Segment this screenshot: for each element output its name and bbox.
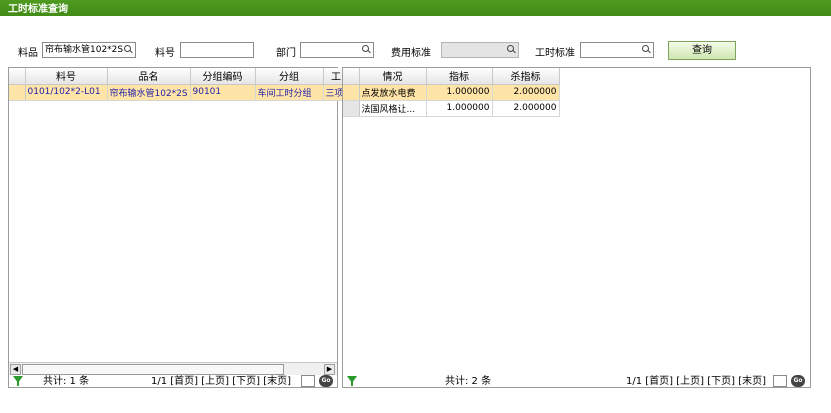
cost-std-search-icon[interactable]	[506, 44, 516, 54]
cell-situation[interactable]: 点发放水电费	[359, 84, 427, 101]
row-number-cell	[9, 84, 26, 101]
left-go-icon[interactable]: Go	[319, 375, 333, 387]
left-footer: 共计: 1 条 1/1 [首页] [上页] [下页] [末页] Go	[9, 374, 337, 389]
left-grid: 料号 品名 分组编码 分组 工 0101/102*2-L01 帘布输水管102*…	[8, 67, 350, 389]
right-total-count: 共计: 2 条	[445, 376, 492, 387]
right-grid: 情况 指标 杀指标 点发放水电费 1.000000 2.000000 法国风格让…	[342, 67, 811, 388]
cell-indicator[interactable]: 1.000000	[426, 100, 493, 117]
left-page-input[interactable]	[301, 375, 315, 387]
cell-item-no[interactable]: 0101/102*2-L01	[25, 84, 108, 101]
filter-icon[interactable]	[347, 376, 357, 386]
cell-kill-indicator[interactable]: 2.000000	[492, 84, 560, 101]
material-label: 料品	[18, 48, 38, 59]
material-search-icon[interactable]	[123, 44, 133, 54]
dept-label: 部门	[276, 48, 296, 59]
item-no-input[interactable]	[180, 42, 254, 58]
col-header-indicator[interactable]: 指标	[426, 68, 493, 85]
dept-search-icon[interactable]	[361, 44, 371, 54]
right-header-row: 情况 指标 杀指标	[343, 68, 560, 85]
filter-icon[interactable]	[13, 376, 23, 386]
cost-std-label: 费用标准	[391, 48, 431, 59]
right-table: 情况 指标 杀指标 点发放水电费 1.000000 2.000000 法国风格让…	[343, 68, 560, 117]
item-no-label: 料号	[155, 48, 175, 59]
row-number-cell	[343, 100, 360, 117]
cell-kill-indicator[interactable]: 2.000000	[492, 100, 560, 117]
left-header-row: 料号 品名 分组编码 分组 工	[9, 68, 350, 85]
material-input-value: 帘布输水管102*2S	[45, 45, 124, 55]
right-page-input[interactable]	[773, 375, 787, 387]
labor-std-label: 工时标准	[535, 48, 575, 59]
query-button[interactable]: 查询	[668, 41, 736, 60]
col-header-product-name[interactable]: 品名	[107, 68, 191, 85]
window-title: 工时标准查询	[0, 0, 831, 22]
col-header-group[interactable]: 分组	[255, 68, 324, 85]
right-footer: 共计: 2 条 1/1 [首页] [上页] [下页] [末页] Go	[343, 374, 810, 389]
left-total-count: 共计: 1 条	[43, 376, 90, 387]
left-rownum-header	[9, 68, 26, 85]
table-row[interactable]: 点发放水电费 1.000000 2.000000	[343, 84, 560, 101]
cell-group-code[interactable]: 90101	[190, 84, 256, 101]
col-header-kill-indicator[interactable]: 杀指标	[492, 68, 560, 85]
col-header-situation[interactable]: 情况	[359, 68, 427, 85]
table-row[interactable]: 0101/102*2-L01 帘布输水管102*2S 90101 车间工时分组 …	[9, 84, 350, 101]
left-table: 料号 品名 分组编码 分组 工 0101/102*2-L01 帘布输水管102*…	[9, 68, 350, 101]
left-pager[interactable]: 1/1 [首页] [上页] [下页] [末页]	[151, 374, 291, 389]
col-header-group-code[interactable]: 分组编码	[190, 68, 256, 85]
right-go-icon[interactable]: Go	[791, 375, 805, 387]
cell-group[interactable]: 车间工时分组	[255, 84, 324, 101]
cell-situation[interactable]: 法国风格让...	[359, 100, 427, 117]
search-bar: 料品 帘布输水管102*2S 料号 部门 费用标准 工时标准 查询	[0, 41, 831, 60]
labor-std-search-icon[interactable]	[641, 44, 651, 54]
cell-indicator[interactable]: 1.000000	[426, 84, 493, 101]
row-number-cell	[343, 84, 360, 101]
col-header-item-no[interactable]: 料号	[25, 68, 108, 85]
table-row[interactable]: 法国风格让... 1.000000 2.000000	[343, 100, 560, 117]
material-input[interactable]: 帘布输水管102*2S	[42, 42, 136, 58]
right-rownum-header	[343, 68, 360, 85]
cell-product-name[interactable]: 帘布输水管102*2S	[107, 84, 191, 101]
right-pager[interactable]: 1/1 [首页] [上页] [下页] [末页]	[626, 374, 766, 389]
